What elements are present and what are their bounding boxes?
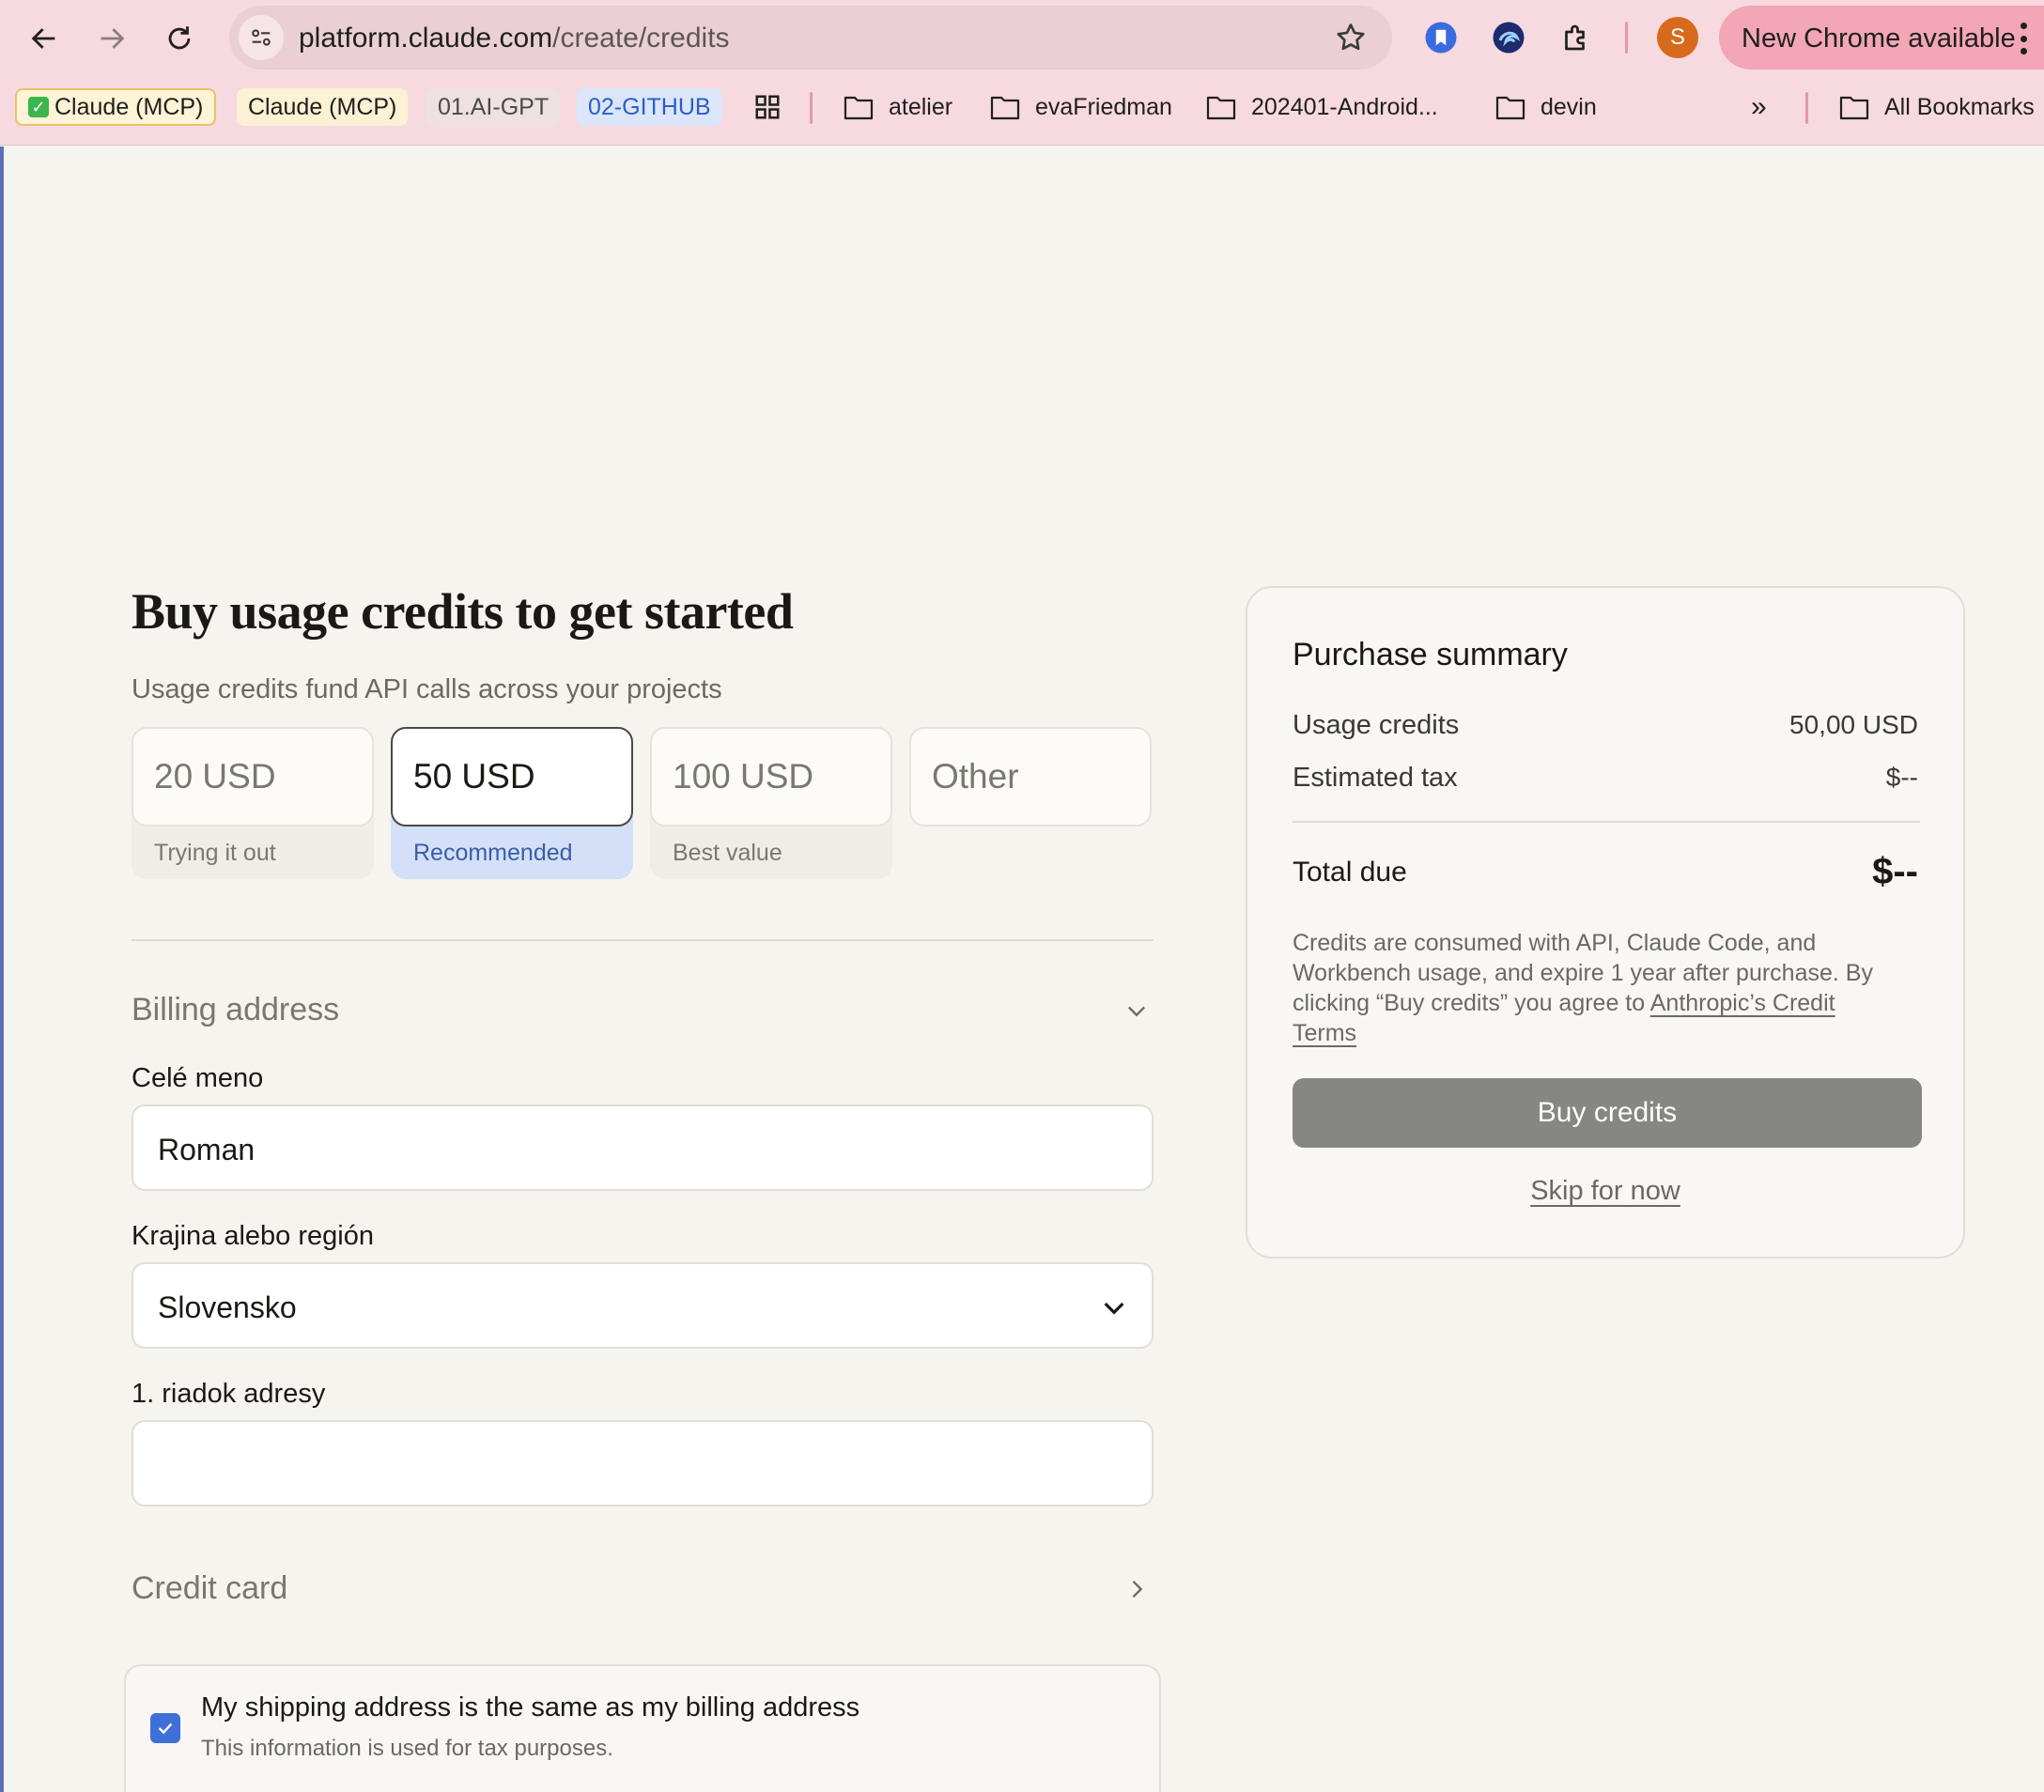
usage-credits-label: Usage credits (1293, 710, 1460, 740)
usage-credits-value: 50,00 USD (1789, 710, 1918, 739)
bookmarks-divider (1805, 92, 1808, 124)
amount-value: 50 USD (413, 757, 535, 796)
amount-tag: Best value (673, 840, 782, 866)
url-path: /create/credits (552, 23, 730, 54)
forward-button[interactable] (86, 13, 137, 64)
bookmark-folder-devin[interactable]: devin (1495, 90, 1597, 124)
address-line-1-label: 1. riadok adresy (132, 1379, 326, 1409)
bookmark-claude-mcp-1[interactable]: ✓ Claude (MCP) (15, 88, 217, 126)
bookmark-label: All Bookmarks (1884, 93, 2035, 120)
amount-option-other[interactable]: Other (909, 727, 1152, 879)
country-select[interactable]: Slovensko (132, 1262, 1154, 1349)
bookmark-label: devin (1541, 93, 1597, 120)
more-bookmarks-chevron-icon[interactable]: » (1751, 90, 1767, 124)
window-edge (0, 147, 4, 1792)
new-chrome-available-button[interactable]: New Chrome available (1719, 6, 2044, 70)
site-info-icon[interactable] (239, 15, 284, 60)
folder-icon (1839, 96, 1869, 120)
bookmark-folder-atelier[interactable]: atelier (844, 90, 952, 124)
amount-value: 20 USD (154, 757, 276, 796)
reload-button[interactable] (154, 13, 205, 64)
chevron-right-icon[interactable] (1123, 1576, 1150, 1602)
amount-tag: Recommended (413, 840, 573, 866)
estimated-tax-value: $-- (1885, 763, 1918, 792)
address-bar[interactable]: platform.claude.com/create/credits (229, 6, 1392, 70)
folder-icon (1206, 96, 1236, 120)
checkmark-icon: ✓ (28, 97, 49, 117)
bookmarks-bar: ✓ Claude (MCP) Claude (MCP) 01.AI-GPT 02-… (0, 83, 2044, 130)
bookmark-label: atelier (889, 93, 953, 120)
shipping-subtitle: This information is used for tax purpose… (201, 1736, 613, 1761)
reload-icon (168, 26, 191, 50)
amount-value: 100 USD (673, 757, 814, 796)
url-host: platform.claude.com (299, 23, 553, 54)
amount-option-20[interactable]: 20 USD Trying it out (132, 727, 374, 879)
country-value: Slovensko (158, 1290, 297, 1324)
bookmark-01-ai-gpt[interactable]: 01.AI-GPT (426, 88, 561, 126)
extensions-puzzle-icon[interactable] (1557, 19, 1595, 56)
summary-title: Purchase summary (1293, 637, 1568, 672)
bookmark-label: Claude (MCP) (248, 93, 397, 120)
browser-toolbar: platform.claude.com/create/credits S New… (0, 0, 2044, 75)
chevron-down-icon[interactable] (1123, 997, 1150, 1024)
amount-value: Other (932, 757, 1019, 796)
estimated-tax-label: Estimated tax (1293, 763, 1458, 793)
summary-divider (1293, 821, 1920, 823)
shipping-title: My shipping address is the same as my bi… (201, 1692, 860, 1722)
shipping-checkbox[interactable] (150, 1713, 180, 1743)
folder-icon (1495, 96, 1525, 120)
bookmarks-divider (810, 92, 813, 124)
kebab-menu-icon[interactable] (2018, 23, 2029, 54)
credit-card-header[interactable]: Credit card (132, 1570, 287, 1607)
amount-tag: Trying it out (154, 840, 276, 866)
bookmark-label: 02-GITHUB (588, 93, 711, 120)
page-subtitle: Usage credits fund API calls across your… (132, 674, 722, 704)
browser-chrome: platform.claude.com/create/credits S New… (0, 0, 2044, 146)
address-line-1-input[interactable] (132, 1420, 1154, 1506)
buy-credits-button[interactable]: Buy credits (1293, 1078, 1922, 1148)
credit-terms-notice: Credits are consumed with API, Claude Co… (1293, 928, 1894, 1048)
bookmark-label: evaFriedman (1035, 93, 1172, 120)
bookmark-02-github[interactable]: 02-GITHUB (577, 88, 722, 126)
bookmark-label: Claude (MCP) (54, 93, 204, 120)
total-due-label: Total due (1293, 857, 1407, 888)
chevron-down-icon (1104, 1302, 1124, 1315)
section-divider (132, 939, 1154, 941)
profile-avatar[interactable]: S (1657, 17, 1698, 58)
bookmark-folder-202401-android[interactable]: 202401-Android... (1206, 90, 1438, 124)
folder-icon (990, 96, 1020, 120)
bookmark-star-icon[interactable] (1334, 21, 1368, 54)
bookmark-label: 01.AI-GPT (438, 93, 550, 120)
skip-for-now-link[interactable]: Skip for now (1247, 1176, 1963, 1207)
country-label: Krajina alebo región (132, 1221, 374, 1251)
bookmark-label: 202401-Android... (1251, 93, 1438, 120)
update-label: New Chrome available (1742, 23, 2016, 54)
amount-option-50[interactable]: 50 USD Recommended (391, 727, 633, 879)
back-button[interactable] (19, 13, 70, 64)
toolbar-divider (1625, 22, 1628, 54)
billing-address-header[interactable]: Billing address (132, 992, 339, 1028)
extension-swirl-icon[interactable] (1490, 19, 1527, 56)
full-name-input[interactable]: Roman (132, 1105, 1154, 1191)
purchase-summary-card: Purchase summary Usage credits 50,00 USD… (1246, 586, 1965, 1259)
amount-option-100[interactable]: 100 USD Best value (650, 727, 892, 879)
url-text: platform.claude.com/create/credits (299, 23, 730, 54)
bookmark-claude-mcp-2[interactable]: Claude (MCP) (237, 88, 409, 126)
extension-bookmark-icon[interactable] (1422, 19, 1460, 56)
apps-grid-icon[interactable] (753, 90, 782, 124)
page-title: Buy usage credits to get started (132, 583, 794, 640)
arrow-right-icon (101, 28, 125, 49)
shipping-same-as-billing[interactable]: My shipping address is the same as my bi… (124, 1664, 1161, 1792)
arrow-left-icon (31, 28, 55, 49)
folder-icon (844, 96, 874, 120)
checkmark-icon (158, 1722, 173, 1735)
full-name-value: Roman (158, 1133, 256, 1166)
full-name-label: Celé meno (132, 1063, 264, 1093)
all-bookmarks-folder[interactable]: All Bookmarks (1839, 90, 2035, 124)
bookmark-folder-evafriedman[interactable]: evaFriedman (990, 90, 1172, 124)
total-due-value: $-- (1872, 851, 1918, 892)
